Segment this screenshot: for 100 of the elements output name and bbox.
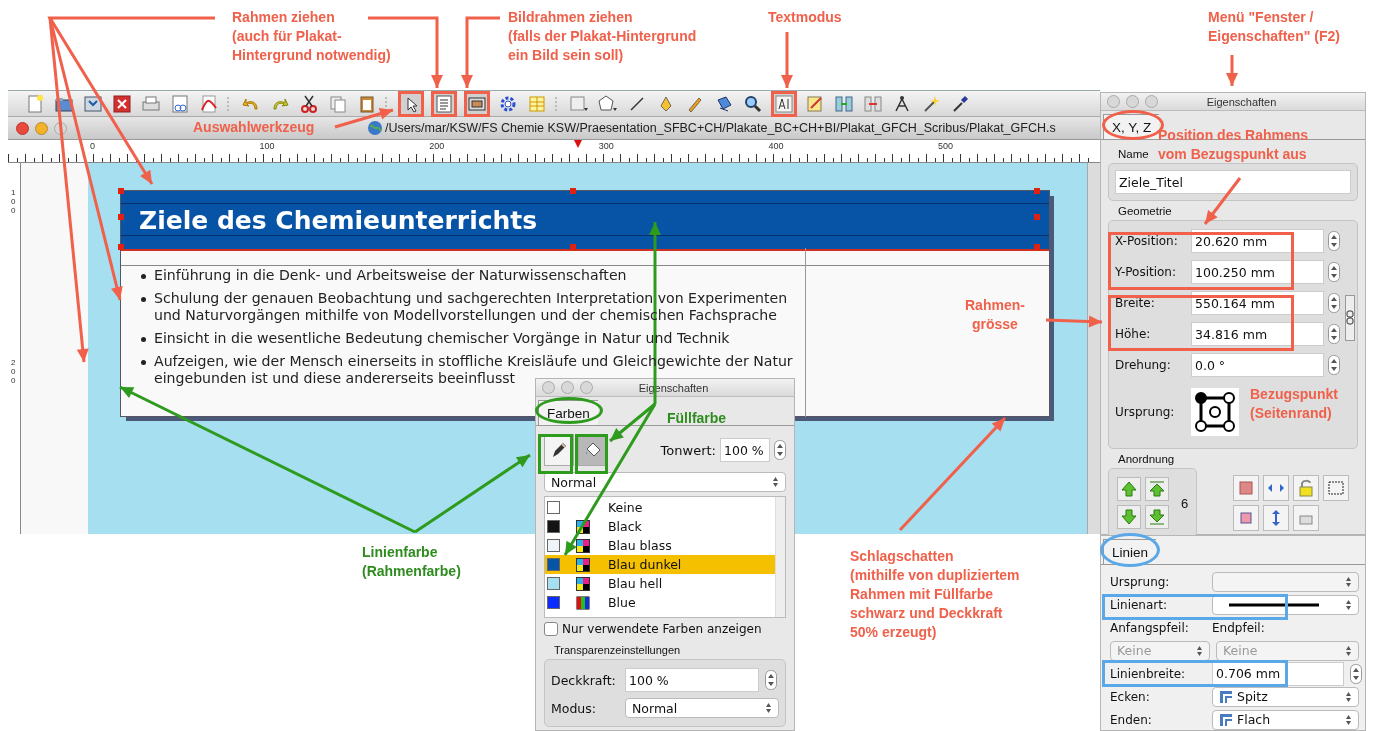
bullet-icon: [141, 360, 146, 365]
selection-handle[interactable]: [118, 188, 124, 194]
arrow: [1203, 177, 1242, 225]
window-control-icon[interactable]: [35, 121, 48, 135]
field-label: Ursprung:: [1110, 574, 1171, 589]
dropdown[interactable]: Normal: [544, 472, 786, 492]
field-label: Y-Position:: [1115, 265, 1177, 279]
cmyk-color-icon: [576, 538, 590, 553]
chain-link-icon[interactable]: [1345, 295, 1355, 341]
arrange-button[interactable]: [1117, 505, 1141, 529]
arrange-button[interactable]: [1117, 477, 1141, 501]
selection-handle[interactable]: [118, 214, 124, 220]
bullet-icon: [141, 297, 146, 302]
number-field[interactable]: 20.620 mm: [1191, 229, 1324, 253]
field-label: Linienart:: [1110, 597, 1168, 612]
preflight-icon[interactable]: [169, 92, 191, 115]
callout-text: Auswahlwerkzeug: [193, 118, 315, 137]
spinner-icon[interactable]: [1328, 262, 1340, 282]
select-arrows-icon: [1196, 644, 1203, 657]
highlight-frame: [575, 434, 608, 474]
select-arrows-icon: [772, 476, 779, 488]
spinner-icon[interactable]: [1328, 231, 1340, 251]
toolbar-button[interactable]: [1323, 475, 1350, 501]
spinner-icon[interactable]: [1328, 324, 1340, 344]
callout-text: Menü "Fenster / Eigenschaften" (F2): [1208, 8, 1340, 46]
toolbar-button[interactable]: [1263, 505, 1290, 531]
toolbar-button[interactable]: [1293, 475, 1320, 501]
selection-handle[interactable]: [570, 188, 576, 194]
color-list-item[interactable]: Blau hell: [545, 574, 775, 593]
cmyk-color-icon: [576, 576, 590, 591]
color-name: Blau dunkel: [608, 557, 682, 572]
number-field[interactable]: 100 %: [625, 668, 759, 692]
number-field[interactable]: 34.816 mm: [1191, 322, 1324, 346]
image-frame-icon[interactable]: [464, 91, 490, 117]
ruler-label: 0: [90, 141, 95, 151]
scroll-bar[interactable]: [1087, 163, 1100, 534]
spinner-icon[interactable]: [1328, 293, 1340, 313]
field-label: X-Position:: [1115, 234, 1179, 248]
color-name: Blau blass: [608, 538, 672, 553]
spinner-icon[interactable]: [1350, 663, 1362, 684]
number-field[interactable]: 100.250 mm: [1191, 260, 1324, 284]
pointer-icon[interactable]: [398, 91, 424, 117]
window-control-icon[interactable]: [16, 121, 29, 135]
select-arrows-icon: [1345, 575, 1352, 588]
callout-text: Schlagschatten (mithilfe von dupliziertem Rahmen mit Füllfarbe schwarz und Deckkraft 50% erzeugt): [850, 547, 1020, 642]
field-label: Anfangspfeil:: [1110, 620, 1190, 635]
color-list-item[interactable]: Black: [545, 517, 775, 536]
selection-handle[interactable]: [1034, 188, 1040, 194]
callout-text: Rahmen ziehen (auch für Plakat- Hintergrund notwendig): [232, 8, 391, 65]
spinner-icon[interactable]: [765, 670, 777, 690]
toolbar-button[interactable]: [1233, 475, 1260, 501]
number-field[interactable]: 100 %: [720, 438, 770, 462]
field-label: Modus:: [551, 700, 597, 716]
arrange-button[interactable]: [1145, 477, 1169, 501]
checkbox[interactable]: [544, 622, 558, 636]
toolbar-button[interactable]: [1263, 475, 1290, 501]
spinner-icon[interactable]: [774, 440, 786, 460]
select-arrows-icon: [1345, 598, 1352, 611]
line-join-icon: [1219, 689, 1233, 704]
document-path: /Users/mar/KSW/FS Chemie KSW/Praesentation_SFBC+CH/Plakate_BC+CH+BI/Plakat_GFCH_Scribus/Plakat_GFCH.s: [385, 121, 1056, 135]
color-list-item[interactable]: Blau dunkel: [545, 555, 775, 574]
toolbar-button[interactable]: [1233, 505, 1260, 531]
arrange-button[interactable]: [1145, 505, 1169, 529]
selection-handle[interactable]: [570, 244, 576, 250]
text-cursor-icon[interactable]: [771, 91, 797, 117]
number-field[interactable]: 0.706 mm: [1212, 661, 1344, 686]
raise-to-top-icon: [1147, 479, 1167, 499]
pdf-icon[interactable]: [198, 92, 220, 115]
select-arrows-icon: [1345, 644, 1352, 657]
spinner-icon[interactable]: [1328, 355, 1340, 375]
checkbox-label: Nur verwendete Farben anzeigen: [562, 622, 762, 636]
arrow: [1045, 315, 1103, 328]
section-label: Name: [1117, 147, 1150, 162]
window-title: Eigenschaften: [1205, 95, 1278, 108]
selection-handle[interactable]: [118, 244, 124, 250]
line-join-icon: [1219, 712, 1233, 727]
anchor-point-selector[interactable]: [1191, 388, 1239, 436]
ruler-label: 400: [768, 141, 784, 151]
callout-text: Textmodus: [768, 8, 842, 27]
highlight-frame: [538, 434, 573, 474]
section-label: Transparenzeinstellungen: [553, 643, 682, 658]
rgb-color-icon: [576, 595, 590, 610]
name-field[interactable]: Ziele_Titel: [1115, 170, 1351, 194]
dropdown[interactable]: Spitz: [1212, 686, 1359, 707]
callout-text: Rahmen- grösse: [965, 296, 1025, 334]
selection-handle[interactable]: [1034, 214, 1040, 220]
field-label: Tonwert:: [660, 442, 716, 458]
tab[interactable]: Linien: [1103, 539, 1157, 564]
ruler-label: 100: [11, 189, 16, 216]
dropdown[interactable]: Flach: [1212, 709, 1359, 730]
highlight-ellipse: [1100, 533, 1160, 567]
raise-icon: [1119, 479, 1139, 499]
color-list-item[interactable]: Keine: [545, 498, 775, 517]
close-icon[interactable]: [111, 92, 133, 115]
section-label: Anordnung: [1117, 452, 1176, 467]
selection-handle[interactable]: [1034, 244, 1040, 250]
color-list-item[interactable]: Blue: [545, 593, 775, 612]
text-frame-icon[interactable]: [431, 91, 457, 117]
number-field[interactable]: 0.0 °: [1191, 353, 1324, 377]
dropdown[interactable]: Normal: [625, 698, 779, 718]
